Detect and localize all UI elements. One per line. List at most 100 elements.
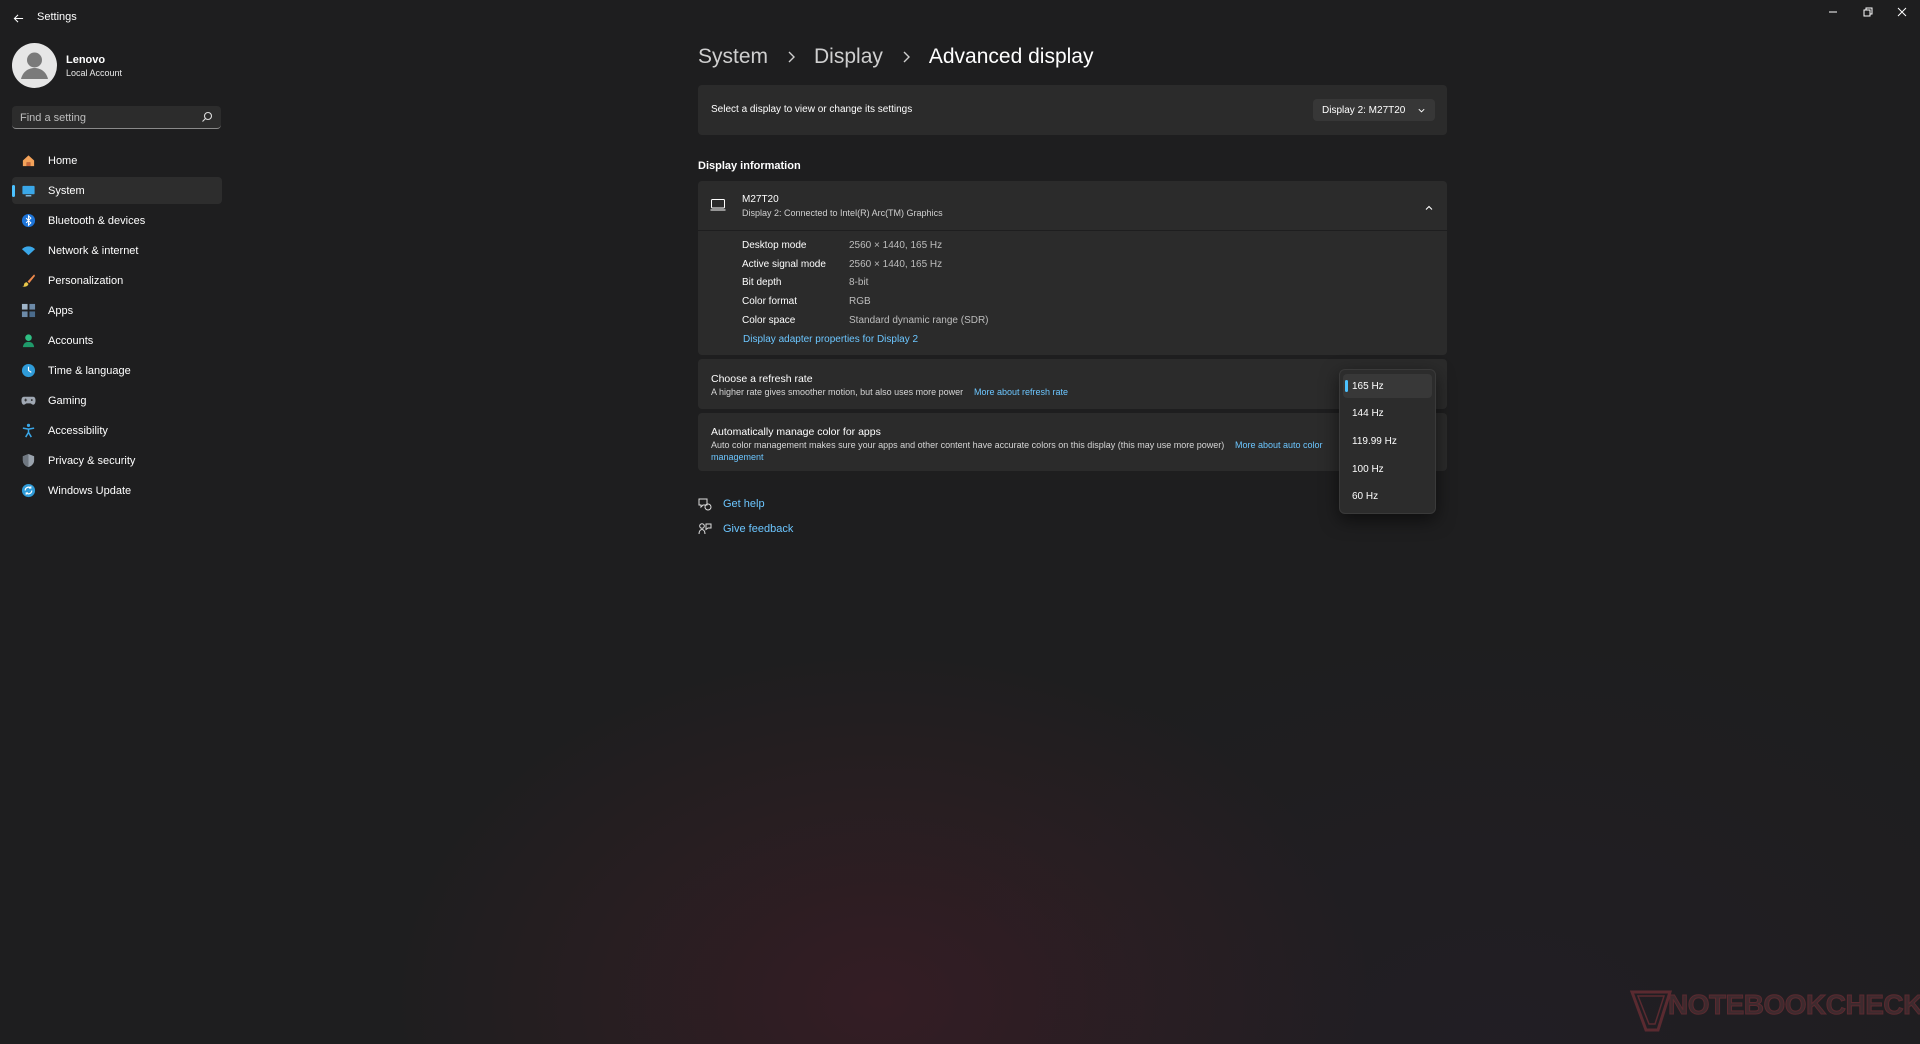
sidebar-nav: Home System Bluetooth & devices Network … xyxy=(12,147,222,507)
color-management-card: Automatically manage color for apps Auto… xyxy=(698,413,1447,471)
refresh-rate-option-144[interactable]: 144 Hz xyxy=(1343,401,1432,425)
home-icon xyxy=(22,155,34,167)
sidebar-item-label: Home xyxy=(48,154,78,167)
breadcrumb-display[interactable]: Display xyxy=(814,45,883,69)
display-info-header[interactable]: M27T20 Display 2: Connected to Intel(R) … xyxy=(698,181,1447,230)
sidebar-item-gaming[interactable]: Gaming xyxy=(12,387,222,414)
breadcrumb-system[interactable]: System xyxy=(698,45,768,69)
info-key: Color space xyxy=(742,315,796,326)
restore-button[interactable] xyxy=(1851,0,1885,24)
sidebar-item-network[interactable]: Network & internet xyxy=(12,237,222,264)
refresh-rate-option-119-99[interactable]: 119.99 Hz xyxy=(1343,429,1432,453)
back-button[interactable] xyxy=(8,8,28,28)
back-arrow-icon xyxy=(13,13,23,23)
profile-account-type: Local Account xyxy=(66,68,123,78)
sidebar-item-label: System xyxy=(48,184,85,197)
app-title: Settings xyxy=(37,11,77,23)
settings-window: Settings Lenovo Local Account Find a set… xyxy=(0,0,1920,1044)
system-icon xyxy=(21,185,35,197)
bluetooth-icon xyxy=(21,213,35,228)
display-adapter-properties-link[interactable]: Display adapter properties for Display 2 xyxy=(743,334,918,345)
restore-icon xyxy=(1863,7,1873,17)
sidebar-item-accounts[interactable]: Accounts xyxy=(12,327,222,354)
sidebar-item-label: Network & internet xyxy=(48,244,139,257)
watermark-text: NOTEBOOKCHECK xyxy=(1668,989,1920,1021)
info-key: Active signal mode xyxy=(742,259,826,270)
option-label: 100 Hz xyxy=(1352,463,1384,475)
sidebar-item-label: Privacy & security xyxy=(48,454,136,467)
search-icon[interactable] xyxy=(201,111,213,123)
refresh-rate-option-100[interactable]: 100 Hz xyxy=(1343,457,1432,481)
chevron-right-icon xyxy=(788,51,796,63)
sidebar-item-time-language[interactable]: Time & language xyxy=(12,357,222,384)
info-value: 2560 × 1440, 165 Hz xyxy=(849,259,943,270)
more-about-auto-color-link[interactable]: More about auto color xyxy=(1235,440,1323,450)
color-management-description: Auto color management makes sure your ap… xyxy=(711,440,1225,450)
help-icon xyxy=(698,498,712,511)
info-value: RGB xyxy=(849,296,871,307)
search-input[interactable] xyxy=(18,109,202,127)
close-icon xyxy=(1897,7,1907,17)
get-help-link[interactable]: Get help xyxy=(698,497,765,511)
sidebar-item-label: Personalization xyxy=(48,274,124,287)
gaming-icon xyxy=(20,396,36,405)
get-help-label: Get help xyxy=(723,498,765,510)
refresh-rate-dropdown-menu: 165 Hz 144 Hz 119.99 Hz 100 Hz 60 Hz xyxy=(1339,369,1436,514)
collapse-button[interactable] xyxy=(1424,200,1434,218)
color-management-title: Automatically manage color for apps xyxy=(711,426,881,438)
monitor-connection: Display 2: Connected to Intel(R) Arc(TM)… xyxy=(742,208,943,218)
chevron-right-icon xyxy=(903,51,910,63)
section-title-display-information: Display information xyxy=(698,160,801,172)
sidebar-item-bluetooth[interactable]: Bluetooth & devices xyxy=(12,207,222,234)
sidebar-item-label: Gaming xyxy=(48,394,87,407)
info-key: Bit depth xyxy=(742,277,782,288)
sidebar-item-label: Accounts xyxy=(48,334,94,347)
more-about-auto-color-link-cont[interactable]: management xyxy=(711,452,764,462)
info-value: 8-bit xyxy=(849,277,869,288)
shield-icon xyxy=(22,453,34,468)
option-label: 119.99 Hz xyxy=(1352,435,1397,447)
person-icon xyxy=(21,52,48,79)
sidebar-item-system[interactable]: System xyxy=(12,177,222,204)
brush-icon xyxy=(21,274,35,287)
info-value: Standard dynamic range (SDR) xyxy=(849,315,989,326)
display-select-dropdown[interactable]: Display 2: M27T20 xyxy=(1313,99,1435,121)
update-icon xyxy=(21,483,35,498)
search-box xyxy=(12,106,221,129)
more-about-refresh-rate-link[interactable]: More about refresh rate xyxy=(974,387,1068,397)
user-profile[interactable]: Lenovo Local Account xyxy=(12,43,222,91)
give-feedback-link[interactable]: Give feedback xyxy=(698,522,793,536)
apps-icon xyxy=(21,303,35,318)
refresh-rate-description: A higher rate gives smoother motion, but… xyxy=(711,387,964,397)
breadcrumb: System Display Advanced display xyxy=(698,42,1093,72)
info-key: Desktop mode xyxy=(742,240,807,251)
refresh-rate-option-165[interactable]: 165 Hz xyxy=(1343,374,1432,398)
select-display-label: Select a display to view or change its s… xyxy=(711,104,913,115)
minimize-button[interactable] xyxy=(1816,0,1850,24)
refresh-rate-option-60[interactable]: 60 Hz xyxy=(1343,484,1432,508)
minimize-icon xyxy=(1829,11,1837,13)
chevron-up-icon xyxy=(1425,205,1433,210)
sidebar-item-privacy-security[interactable]: Privacy & security xyxy=(12,447,222,474)
info-value: 2560 × 1440, 165 Hz xyxy=(849,240,943,251)
display-select-value: Display 2: M27T20 xyxy=(1322,104,1406,116)
sidebar-item-label: Accessibility xyxy=(48,424,108,437)
refresh-rate-card: Choose a refresh rate A higher rate give… xyxy=(698,359,1447,409)
sidebar-item-label: Bluetooth & devices xyxy=(48,214,146,227)
notebookcheck-watermark: NOTEBOOKCHECK xyxy=(1628,980,1920,1034)
info-key: Color format xyxy=(742,296,798,307)
accessibility-icon xyxy=(22,423,34,438)
sidebar-item-home[interactable]: Home xyxy=(12,147,222,174)
chevron-down-icon xyxy=(1418,108,1425,113)
display-info-details: Desktop mode 2560 × 1440, 165 Hz Active … xyxy=(698,231,1447,355)
sidebar-item-label: Apps xyxy=(48,304,74,317)
close-button[interactable] xyxy=(1885,0,1919,24)
sidebar-item-personalization[interactable]: Personalization xyxy=(12,267,222,294)
sidebar-item-accessibility[interactable]: Accessibility xyxy=(12,417,222,444)
accounts-icon xyxy=(22,334,34,348)
sidebar-item-apps[interactable]: Apps xyxy=(12,297,222,324)
option-label: 144 Hz xyxy=(1352,407,1384,419)
sidebar-item-windows-update[interactable]: Windows Update xyxy=(12,477,222,504)
wifi-icon xyxy=(21,246,35,256)
sidebar-item-label: Windows Update xyxy=(48,484,132,497)
